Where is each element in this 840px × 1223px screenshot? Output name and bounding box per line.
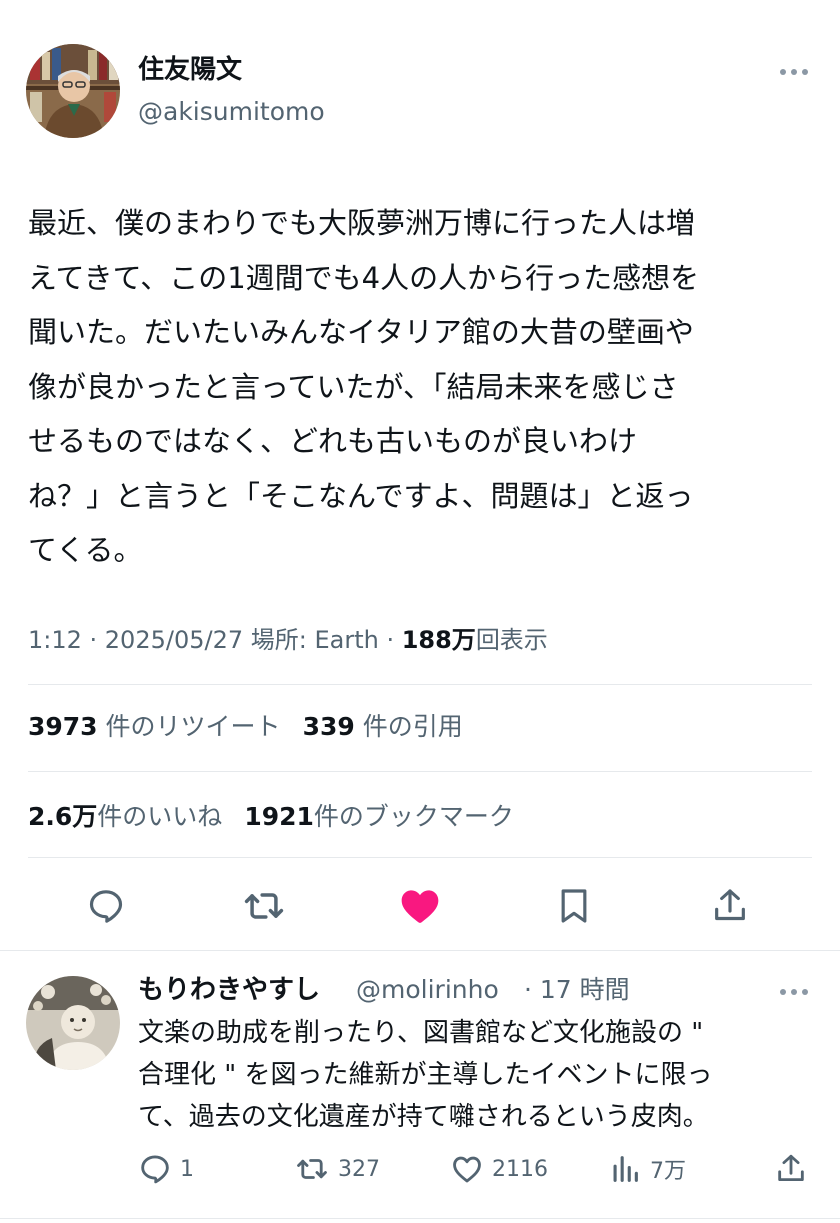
reply-views-button[interactable]: 7万 — [608, 1152, 686, 1186]
share-icon — [778, 1154, 804, 1182]
tweet-text-line: ね？」と言うと「そこなんですよ、問題は」と返っ — [28, 478, 694, 513]
like-button[interactable] — [394, 880, 446, 932]
reply-author-handle[interactable]: @molirinho — [356, 972, 499, 1008]
reply-author-avatar[interactable] — [26, 976, 120, 1070]
reply-icon — [141, 1155, 169, 1184]
retweet-icon — [244, 893, 284, 919]
author-name[interactable]: 住友陽文 — [138, 54, 242, 86]
share-button[interactable] — [706, 880, 754, 932]
tweet-action-bar — [0, 880, 840, 932]
reply-views-count: 7万 — [650, 1159, 686, 1184]
stats-row-likes: 2.6万件のいいね 1921件のブックマーク — [28, 797, 536, 837]
tweet-text-line: 最近、僕のまわりでも大阪夢洲万博に行った人は増 — [28, 206, 696, 240]
reply-author-name[interactable]: もりわきやすし — [138, 972, 320, 1008]
quotes-label: 件の引用 — [362, 712, 463, 741]
bookmarks-stat[interactable]: 1921件のブックマーク — [244, 802, 536, 831]
retweets-label: 件のリツイート — [105, 712, 281, 741]
tweet-text-line: 像が良かったと言っていたが、「結局未来を感じさ — [28, 369, 679, 404]
bookmarks-label: 件のブックマーク — [313, 802, 514, 831]
divider — [28, 857, 812, 858]
reply-more-options-icon[interactable] — [774, 982, 814, 1002]
tweet-text: 最近、僕のまわりでも大阪夢洲万博に行った人は増 えてきて、この1週間でも4人の人… — [28, 196, 818, 578]
divider — [28, 771, 812, 772]
author-handle[interactable]: @akisumitomo — [138, 96, 325, 128]
tweet-text-line: 聞いた。だいたいみんなイタリア館の大昔の壁画や — [28, 315, 694, 349]
share-icon — [715, 889, 745, 921]
reply-icon — [89, 890, 123, 923]
tweet-timestamp[interactable]: 1:12 · 2025/05/27 場所: Earth · — [28, 626, 402, 654]
reply-text-line: て、過去の文化遺産が持て囃されるという皮肉。 — [138, 1102, 709, 1132]
retweets-count: 3973 — [28, 712, 98, 741]
heart-outline-icon — [453, 1156, 481, 1183]
likes-label: 件のいいね — [97, 802, 223, 831]
reply-time[interactable]: · 17 時間 — [524, 972, 630, 1008]
quotes-count: 339 — [302, 712, 355, 741]
reply-like-count: 2116 — [492, 1156, 548, 1182]
reply-share-button[interactable] — [774, 1152, 808, 1186]
tweet-text-line: えてきて、この1週間でも4人の人から行った感想を — [28, 260, 700, 295]
reply-text-line: 合理化 " を図った維新が主導したイベントに限っ — [138, 1060, 713, 1090]
reply-like-button[interactable]: 2116 — [450, 1152, 548, 1186]
author-avatar[interactable] — [26, 44, 120, 138]
retweet-icon — [297, 1159, 327, 1179]
divider — [28, 684, 812, 685]
retweet-button[interactable] — [238, 880, 290, 932]
reply-action-bar: 1 327 2116 7万 — [0, 1148, 840, 1192]
bookmarks-count: 1921 — [244, 802, 314, 831]
divider — [0, 1218, 840, 1219]
reply-reply-count: 1 — [180, 1156, 194, 1182]
divider — [0, 950, 840, 951]
tweet-text-line: せるものではなく、どれも古いものが良いわけ — [28, 424, 638, 458]
reply-reply-button[interactable]: 1 — [138, 1152, 194, 1186]
stats-row-reposts: 3973 件のリツイート 339 件の引用 — [28, 707, 485, 747]
tweet-meta: 1:12 · 2025/05/27 場所: Earth · 188万回表示 — [28, 620, 548, 660]
like-icon — [401, 890, 439, 923]
quotes-stat[interactable]: 339 件の引用 — [303, 712, 485, 741]
likes-stat[interactable]: 2.6万件のいいね — [28, 802, 244, 831]
reply-text-line: 文楽の助成を削ったり、図書館など文化施設の " — [138, 1018, 704, 1048]
likes-count: 2.6万 — [28, 802, 98, 831]
retweets-stat[interactable]: 3973 件のリツイート — [28, 712, 303, 741]
more-options-icon[interactable] — [774, 62, 814, 82]
tweet-text-line: てくる。 — [28, 533, 143, 567]
views-count: 188万 — [401, 626, 476, 654]
bookmark-icon — [561, 889, 587, 923]
reply-text: 文楽の助成を削ったり、図書館など文化施設の " 合理化 " を図った維新が主導し… — [138, 1012, 818, 1138]
analytics-icon — [613, 1156, 638, 1182]
reply-retweet-button[interactable]: 327 — [294, 1152, 380, 1186]
reply-button[interactable] — [82, 880, 130, 932]
reply-retweet-count: 327 — [338, 1156, 380, 1182]
bookmark-button[interactable] — [550, 880, 598, 932]
views-label: 回表示 — [475, 626, 548, 654]
